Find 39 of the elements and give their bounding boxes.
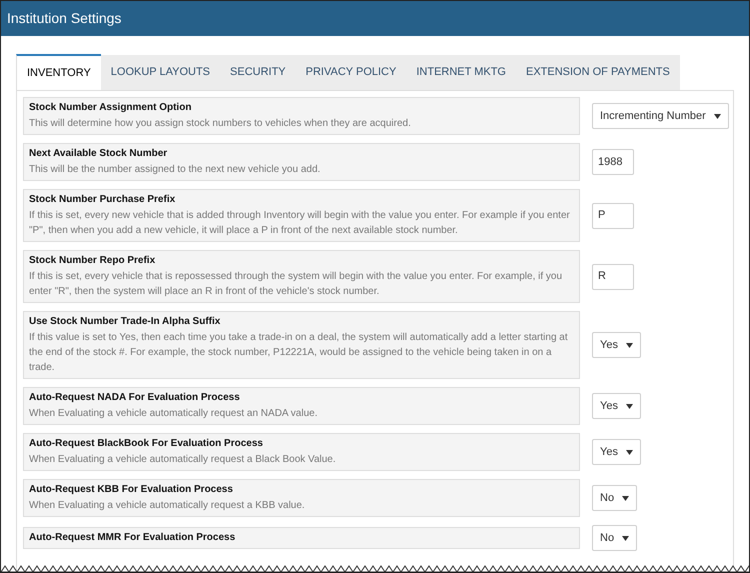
caret-icon	[626, 404, 633, 408]
tab[interactable]: EXTENSION OF PAYMENTS	[516, 55, 680, 90]
setting-title: Stock Number Repo Prefix	[29, 254, 156, 268]
input-field[interactable]: P	[592, 202, 634, 228]
dropdown[interactable]: Yes	[592, 393, 641, 419]
dropdown[interactable]: Yes	[592, 439, 641, 465]
dropdown[interactable]: Yes	[592, 332, 641, 358]
setting-description: This will determine how you assign stock numbers to vehicles when they are acquired.	[29, 117, 412, 131]
setting-title: Auto-Request BlackBook For Evaluation Process	[29, 437, 264, 451]
tab[interactable]: SECURITY	[220, 55, 296, 90]
caret-icon	[622, 496, 630, 500]
setting-title: Auto-Request MMR For Evaluation Process	[29, 531, 236, 545]
dropdown[interactable]: Incrementing Number	[592, 103, 729, 129]
setting-title: Next Available Stock Number	[29, 147, 168, 161]
input-field[interactable]: R	[592, 264, 634, 290]
setting-description: When Evaluating a vehicle automatically request an NADA value.	[29, 407, 318, 421]
window-title: Institution Settings	[7, 9, 122, 28]
input-field[interactable]: 1988	[592, 149, 634, 175]
tab[interactable]: INTERNET MKTG	[406, 55, 516, 90]
caret-icon	[622, 536, 630, 540]
tab[interactable]: PRIVACY POLICY	[296, 55, 406, 90]
setting-description: This will be the number assigned to the next new vehicle you add.	[29, 163, 322, 177]
setting-title: Auto-Request NADA For Evaluation Process	[29, 391, 241, 405]
setting-description: When Evaluating a vehicle automatically request a Black Book Value.	[29, 453, 337, 467]
dropdown[interactable]: No	[592, 485, 638, 511]
setting-description: If this is set, every new vehicle that is added through Inventory will begin with the value you enter. For example if you enter "P", then when you add a new vehicle, it will place a P in front of the next available stock number.	[29, 209, 571, 238]
caret-icon	[626, 342, 633, 348]
setting-description: If this is set, every vehicle that is repossessed through the system will begin with the value you enter. For example, if you enter "R", then the system will place an R in front of the vehicle's stock number.	[29, 270, 564, 299]
setting-description: If this value is set to Yes, then each time you take a trade-in on a deal, the system will automatically add a letter starting at the end of the stock #. For example, the stock number, P12221A, would be assigned to the vehicle being taken in on a trade.	[29, 331, 569, 375]
setting-title: Use Stock Number Trade-In Alpha Suffix	[29, 315, 222, 329]
setting-title: Stock Number Purchase Prefix	[29, 193, 176, 207]
caret-icon	[626, 450, 633, 454]
setting-title: Auto-Request KBB For Evaluation Process	[29, 483, 234, 497]
tab[interactable]: LOOKUP LAYOUTS	[100, 55, 220, 90]
dropdown[interactable]: No	[592, 525, 638, 551]
caret-icon	[714, 114, 721, 118]
tab[interactable]: INVENTORY	[16, 54, 101, 90]
setting-description: When Evaluating a vehicle automatically request a KBB value.	[29, 499, 306, 513]
setting-title: Stock Number Assignment Option	[29, 101, 192, 115]
